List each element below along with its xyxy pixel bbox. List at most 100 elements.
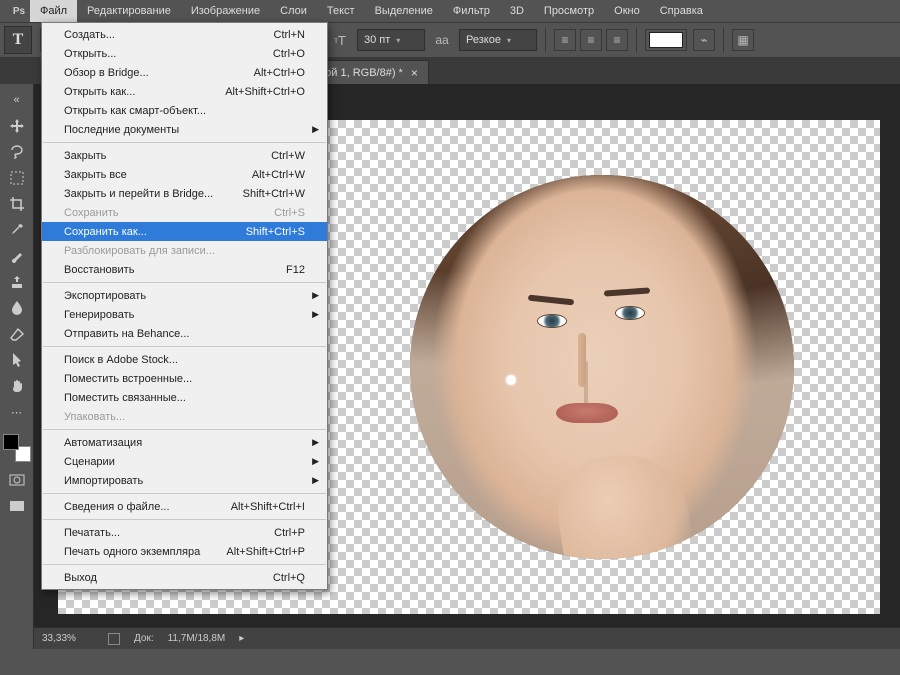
face-mark: [528, 295, 574, 306]
status-bar: 33,33% Док: 11,7M/18,8M ▸: [34, 627, 900, 649]
menu-item-разблокировать-для-записи: Разблокировать для записи...: [42, 241, 327, 260]
tool-eraser[interactable]: [3, 322, 31, 346]
font-size-field[interactable]: 30 пт▾: [357, 29, 425, 51]
submenu-arrow-icon: ▶: [312, 437, 319, 448]
menu-item-печатать[interactable]: Печатать...Ctrl+P: [42, 523, 327, 542]
text-align-group: ≡ ≡ ≡: [554, 29, 628, 51]
anti-alias-value: Резкое: [466, 34, 501, 46]
align-left-button[interactable]: ≡: [554, 29, 576, 51]
menu-item-сведения-о-файле[interactable]: Сведения о файле...Alt+Shift+Ctrl+I: [42, 497, 327, 516]
menu-filter[interactable]: Фильтр: [443, 0, 500, 22]
doc-size-value: 11,7M/18,8M: [168, 633, 226, 644]
menu-item-label: Обзор в Bridge...: [64, 67, 254, 79]
tool-lasso[interactable]: [3, 140, 31, 164]
chevron-right-icon[interactable]: ▸: [239, 633, 244, 644]
menu-separator: [43, 282, 326, 283]
menu-image[interactable]: Изображение: [181, 0, 270, 22]
menu-item-label: Сохранить: [64, 207, 274, 219]
menu-item-последние-документы[interactable]: Последние документы▶: [42, 120, 327, 139]
tool-eyedropper[interactable]: [3, 218, 31, 242]
menu-item-закрыть-все[interactable]: Закрыть всеAlt+Ctrl+W: [42, 165, 327, 184]
status-indicator-icon[interactable]: [108, 633, 120, 645]
menu-item-shortcut: Alt+Shift+Ctrl+P: [226, 546, 305, 558]
align-right-button[interactable]: ≡: [606, 29, 628, 51]
align-center-button[interactable]: ≡: [580, 29, 602, 51]
menu-item-восстановить[interactable]: ВосстановитьF12: [42, 260, 327, 279]
menu-item-shortcut: Ctrl+P: [274, 527, 305, 539]
menu-item-label: Разблокировать для записи...: [64, 245, 305, 257]
anti-alias-icon: aa: [431, 29, 453, 51]
screenmode-toggle[interactable]: [3, 494, 31, 518]
face-mark: [538, 315, 566, 327]
menu-3d[interactable]: 3D: [500, 0, 534, 22]
menu-item-label: Сведения о файле...: [64, 501, 231, 513]
menu-window[interactable]: Окно: [604, 0, 650, 22]
menu-item-поиск-в-adobe-stock[interactable]: Поиск в Adobe Stock...: [42, 350, 327, 369]
menu-item-экспортировать[interactable]: Экспортировать▶: [42, 286, 327, 305]
menu-item-label: Поиск в Adobe Stock...: [64, 354, 305, 366]
menu-item-отправить-на-behance[interactable]: Отправить на Behance...: [42, 324, 327, 343]
tool-move[interactable]: [3, 114, 31, 138]
tool-blur[interactable]: [3, 296, 31, 320]
foreground-color[interactable]: [3, 434, 19, 450]
tool-brush[interactable]: [3, 244, 31, 268]
menu-item-закрыть-и-перейти-в-bridge[interactable]: Закрыть и перейти в Bridge...Shift+Ctrl+…: [42, 184, 327, 203]
menu-item-создать[interactable]: Создать...Ctrl+N: [42, 25, 327, 44]
tool-hand[interactable]: [3, 374, 31, 398]
zoom-level[interactable]: 33,33%: [42, 633, 94, 644]
menu-item-поместить-встроенные[interactable]: Поместить встроенные...: [42, 369, 327, 388]
menu-item-обзор-в-bridge[interactable]: Обзор в Bridge...Alt+Ctrl+O: [42, 63, 327, 82]
anti-alias-field[interactable]: Резкое▾: [459, 29, 537, 51]
text-color-swatch[interactable]: [645, 29, 687, 51]
close-icon[interactable]: ×: [411, 66, 418, 80]
menu-item-label: Печатать...: [64, 527, 274, 539]
menu-item-shortcut: Alt+Shift+Ctrl+O: [225, 86, 305, 98]
tool-clone[interactable]: [3, 270, 31, 294]
tool-dots[interactable]: ⋯: [3, 400, 31, 424]
warp-text-button[interactable]: ⌁: [693, 29, 715, 51]
face-mark: [506, 375, 516, 385]
menu-select[interactable]: Выделение: [365, 0, 443, 22]
menu-item-shortcut: Alt+Ctrl+O: [254, 67, 305, 79]
menu-edit[interactable]: Редактирование: [77, 0, 181, 22]
menu-item-label: Закрыть: [64, 150, 271, 162]
menu-item-label: Автоматизация: [64, 437, 305, 449]
menu-item-сохранить-как[interactable]: Сохранить как...Shift+Ctrl+S: [42, 222, 327, 241]
menu-item-сценарии[interactable]: Сценарии▶: [42, 452, 327, 471]
menu-text[interactable]: Текст: [317, 0, 365, 22]
menu-item-генерировать[interactable]: Генерировать▶: [42, 305, 327, 324]
menu-item-label: Поместить связанные...: [64, 392, 305, 404]
color-swatches[interactable]: [3, 434, 31, 462]
menu-item-label: Последние документы: [64, 124, 305, 136]
tool-crop[interactable]: [3, 192, 31, 216]
menu-item-закрыть[interactable]: ЗакрытьCtrl+W: [42, 146, 327, 165]
tool-selection[interactable]: [3, 348, 31, 372]
toggle-panels-button[interactable]: ▦: [732, 29, 754, 51]
menu-item-поместить-связанные[interactable]: Поместить связанные...: [42, 388, 327, 407]
menu-file[interactable]: Файл: [30, 0, 77, 22]
menu-item-shortcut: F12: [286, 264, 305, 276]
circular-image-layer[interactable]: [410, 175, 794, 559]
menu-view[interactable]: Просмотр: [534, 0, 604, 22]
active-tool-preset[interactable]: T: [4, 26, 32, 54]
menu-item-открыть-как-смарт-объект[interactable]: Открыть как смарт-объект...: [42, 101, 327, 120]
menu-item-label: Создать...: [64, 29, 274, 41]
menu-item-автоматизация[interactable]: Автоматизация ▶: [42, 433, 327, 452]
quickmask-toggle[interactable]: [3, 468, 31, 492]
menu-item-выход[interactable]: ВыходCtrl+Q: [42, 568, 327, 587]
collapse-handle[interactable]: «: [3, 88, 31, 112]
menu-layers[interactable]: Слои: [270, 0, 317, 22]
doc-size-label: Док:: [134, 633, 154, 644]
tool-marquee[interactable]: [3, 166, 31, 190]
menu-item-открыть-как[interactable]: Открыть как...Alt+Shift+Ctrl+O: [42, 82, 327, 101]
menu-item-открыть[interactable]: Открыть...Ctrl+O: [42, 44, 327, 63]
menu-item-импортировать[interactable]: Импортировать▶: [42, 471, 327, 490]
menu-item-печать-одного-экземпляра[interactable]: Печать одного экземпляраAlt+Shift+Ctrl+P: [42, 542, 327, 561]
menu-item-label: Поместить встроенные...: [64, 373, 305, 385]
menu-item-shortcut: Ctrl+S: [274, 207, 305, 219]
font-size-value: 30 пт: [364, 34, 390, 46]
menu-separator: [43, 519, 326, 520]
menu-item-shortcut: Alt+Shift+Ctrl+I: [231, 501, 305, 513]
menu-help[interactable]: Справка: [650, 0, 713, 22]
menu-item-label: Печать одного экземпляра: [64, 546, 226, 558]
